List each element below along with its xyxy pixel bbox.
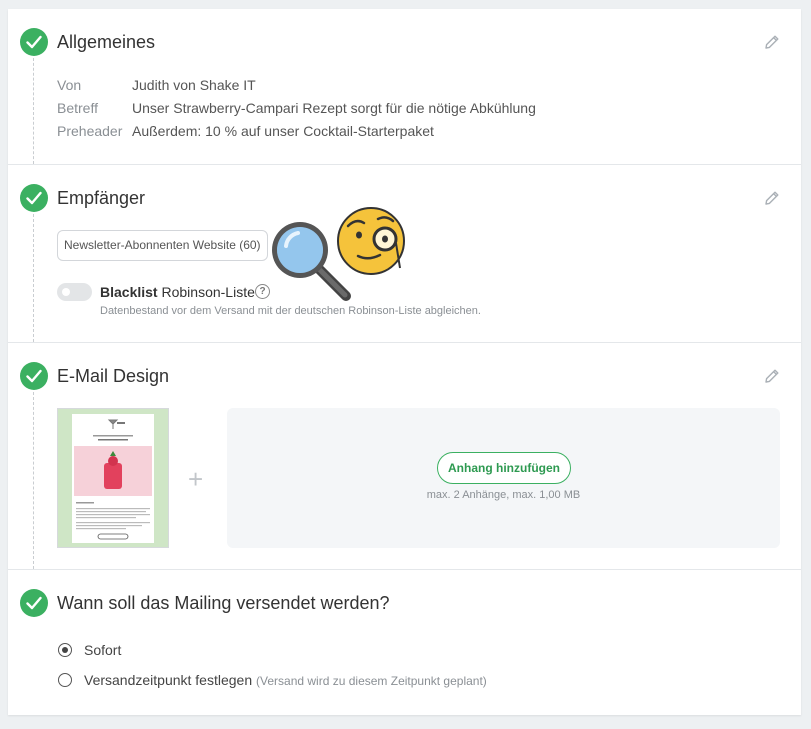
field-label-preheader: Preheader xyxy=(57,123,123,139)
field-value-from: Judith von Shake IT xyxy=(132,77,256,93)
add-attachment-button[interactable]: Anhang hinzufügen xyxy=(437,452,571,484)
field-label-from: Von xyxy=(57,77,82,93)
attachment-dropzone[interactable]: Anhang hinzufügen max. 2 Anhänge, max. 1… xyxy=(227,408,780,548)
section-title: Wann soll das Mailing versendet werden? xyxy=(57,593,390,613)
blacklist-label: Robinson-Liste xyxy=(161,284,255,300)
section-title: Empfänger xyxy=(57,188,146,208)
mailing-summary-card: Allgemeines Von Judith von Shake IT Betr… xyxy=(8,9,801,715)
field-label-subject: Betreff xyxy=(57,100,98,116)
check-icon xyxy=(20,589,48,617)
section-connector xyxy=(33,58,34,164)
pencil-icon[interactable] xyxy=(763,367,781,385)
blacklist-title: Blacklist Robinson-Liste xyxy=(100,284,255,300)
divider xyxy=(8,164,801,165)
email-design-thumbnail[interactable] xyxy=(57,408,169,548)
section-connector xyxy=(33,392,34,569)
toggle-knob xyxy=(62,288,70,296)
radio-label-versandzeitpunkt[interactable]: Versandzeitpunkt festlegen (Versand wird… xyxy=(84,672,487,688)
radio-sofort[interactable] xyxy=(58,643,72,657)
email-preview-image xyxy=(58,409,168,547)
field-value-preheader: Außerdem: 10 % auf unser Cocktail-Starte… xyxy=(132,123,434,139)
check-icon xyxy=(20,362,48,390)
blacklist-toggle[interactable] xyxy=(57,283,92,301)
radio-option-label: Versandzeitpunkt festlegen xyxy=(84,672,253,688)
recipient-list-chip[interactable]: Newsletter-Abonnenten Website (60) xyxy=(57,230,268,261)
divider xyxy=(8,569,801,570)
radio-label-sofort[interactable]: Sofort xyxy=(84,642,121,658)
blacklist-description: Datenbestand vor dem Versand mit der deu… xyxy=(100,305,481,317)
plus-icon: + xyxy=(188,464,204,494)
divider xyxy=(8,342,801,343)
blacklist-bold-label: Blacklist xyxy=(100,284,158,300)
attachment-limit-note: max. 2 Anhänge, max. 1,00 MB xyxy=(426,489,581,501)
monocle-face-emoji xyxy=(337,207,405,275)
check-icon xyxy=(20,184,48,212)
radio-option-hint: (Versand wird zu diesem Zeitpunkt geplan… xyxy=(256,674,487,688)
section-title: E-Mail Design xyxy=(57,366,170,386)
pencil-icon[interactable] xyxy=(763,189,781,207)
radio-selected-dot xyxy=(62,647,68,653)
radio-versandzeitpunkt[interactable] xyxy=(58,673,72,687)
section-connector xyxy=(33,214,34,342)
check-icon xyxy=(20,28,48,56)
field-value-subject: Unser Strawberry-Campari Rezept sorgt fü… xyxy=(132,100,536,116)
section-title: Allgemeines xyxy=(57,32,156,52)
pencil-icon[interactable] xyxy=(763,33,781,51)
section-allgemeines: Allgemeines Von Judith von Shake IT Betr… xyxy=(8,9,801,164)
